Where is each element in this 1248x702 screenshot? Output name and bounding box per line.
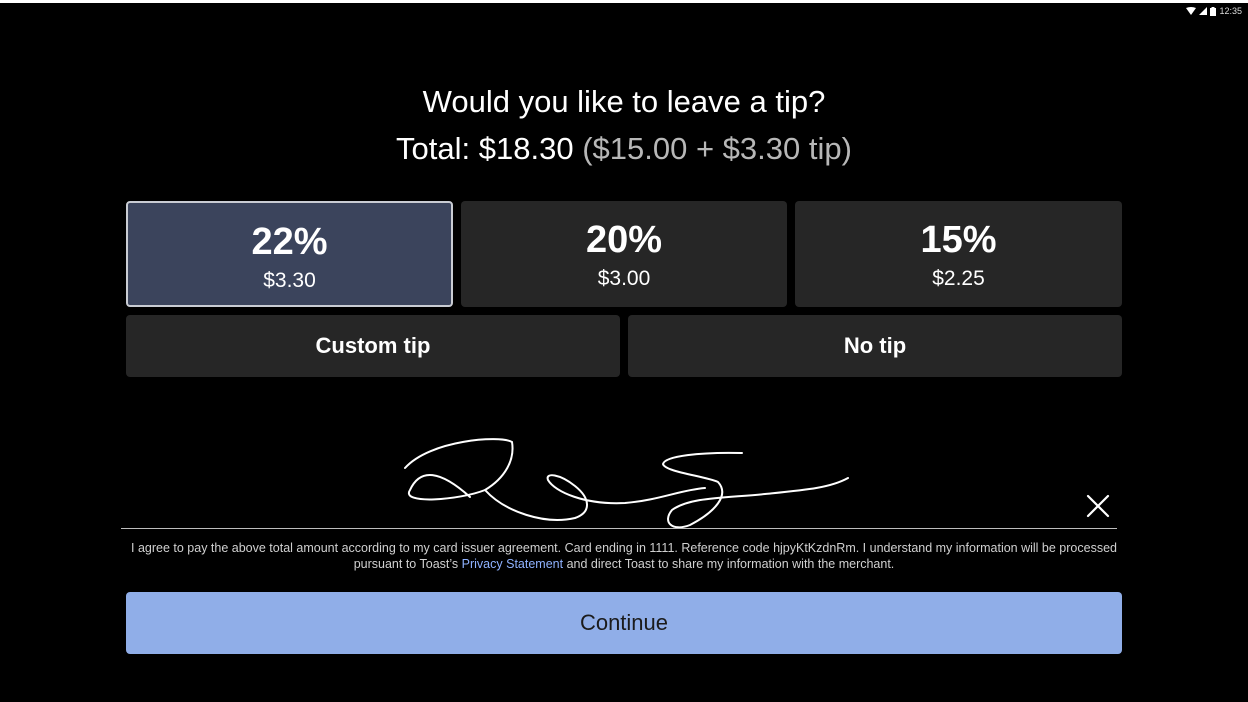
- tip-percent: 22%: [251, 221, 328, 263]
- total-breakdown: ($15.00 + $3.30 tip): [582, 131, 852, 166]
- status-time: 12:35: [1219, 6, 1242, 16]
- wifi-icon: [1186, 7, 1197, 15]
- privacy-statement-link[interactable]: Privacy Statement: [462, 557, 563, 571]
- page-title: Would you like to leave a tip?: [422, 84, 826, 119]
- agreement-text-end: and direct Toast to share my information…: [566, 556, 895, 571]
- custom-tip-button[interactable]: Custom tip: [126, 315, 620, 377]
- tip-amount: $3.00: [597, 267, 651, 290]
- continue-button[interactable]: Continue: [126, 592, 1122, 654]
- total-summary: Total: $18.30 ($15.00 + $3.30 tip): [0, 131, 1248, 167]
- battery-icon: [1210, 6, 1217, 16]
- tip-option-20-percent[interactable]: 20% $3.00: [461, 201, 787, 307]
- status-bar: 12:35: [1186, 6, 1242, 16]
- signature-pad[interactable]: [120, 420, 1118, 530]
- no-tip-button[interactable]: No tip: [628, 315, 1122, 377]
- signature-stroke: [404, 438, 849, 529]
- close-icon[interactable]: [1084, 492, 1112, 520]
- cellular-signal-icon: [1199, 7, 1208, 15]
- tip-percent: 15%: [920, 219, 997, 261]
- tip-amount: $3.30: [263, 269, 316, 292]
- tip-option-15-percent[interactable]: 15% $2.25: [795, 201, 1122, 307]
- tip-percent: 20%: [585, 219, 663, 261]
- payment-agreement: I agree to pay the above total amount ac…: [126, 541, 1122, 572]
- signature-baseline: [121, 528, 1117, 529]
- tip-amount: $2.25: [932, 267, 985, 290]
- tip-option-22-percent[interactable]: 22% $3.30: [126, 201, 453, 307]
- total-amount: Total: $18.30: [396, 131, 574, 166]
- top-edge-strip: [0, 0, 1248, 3]
